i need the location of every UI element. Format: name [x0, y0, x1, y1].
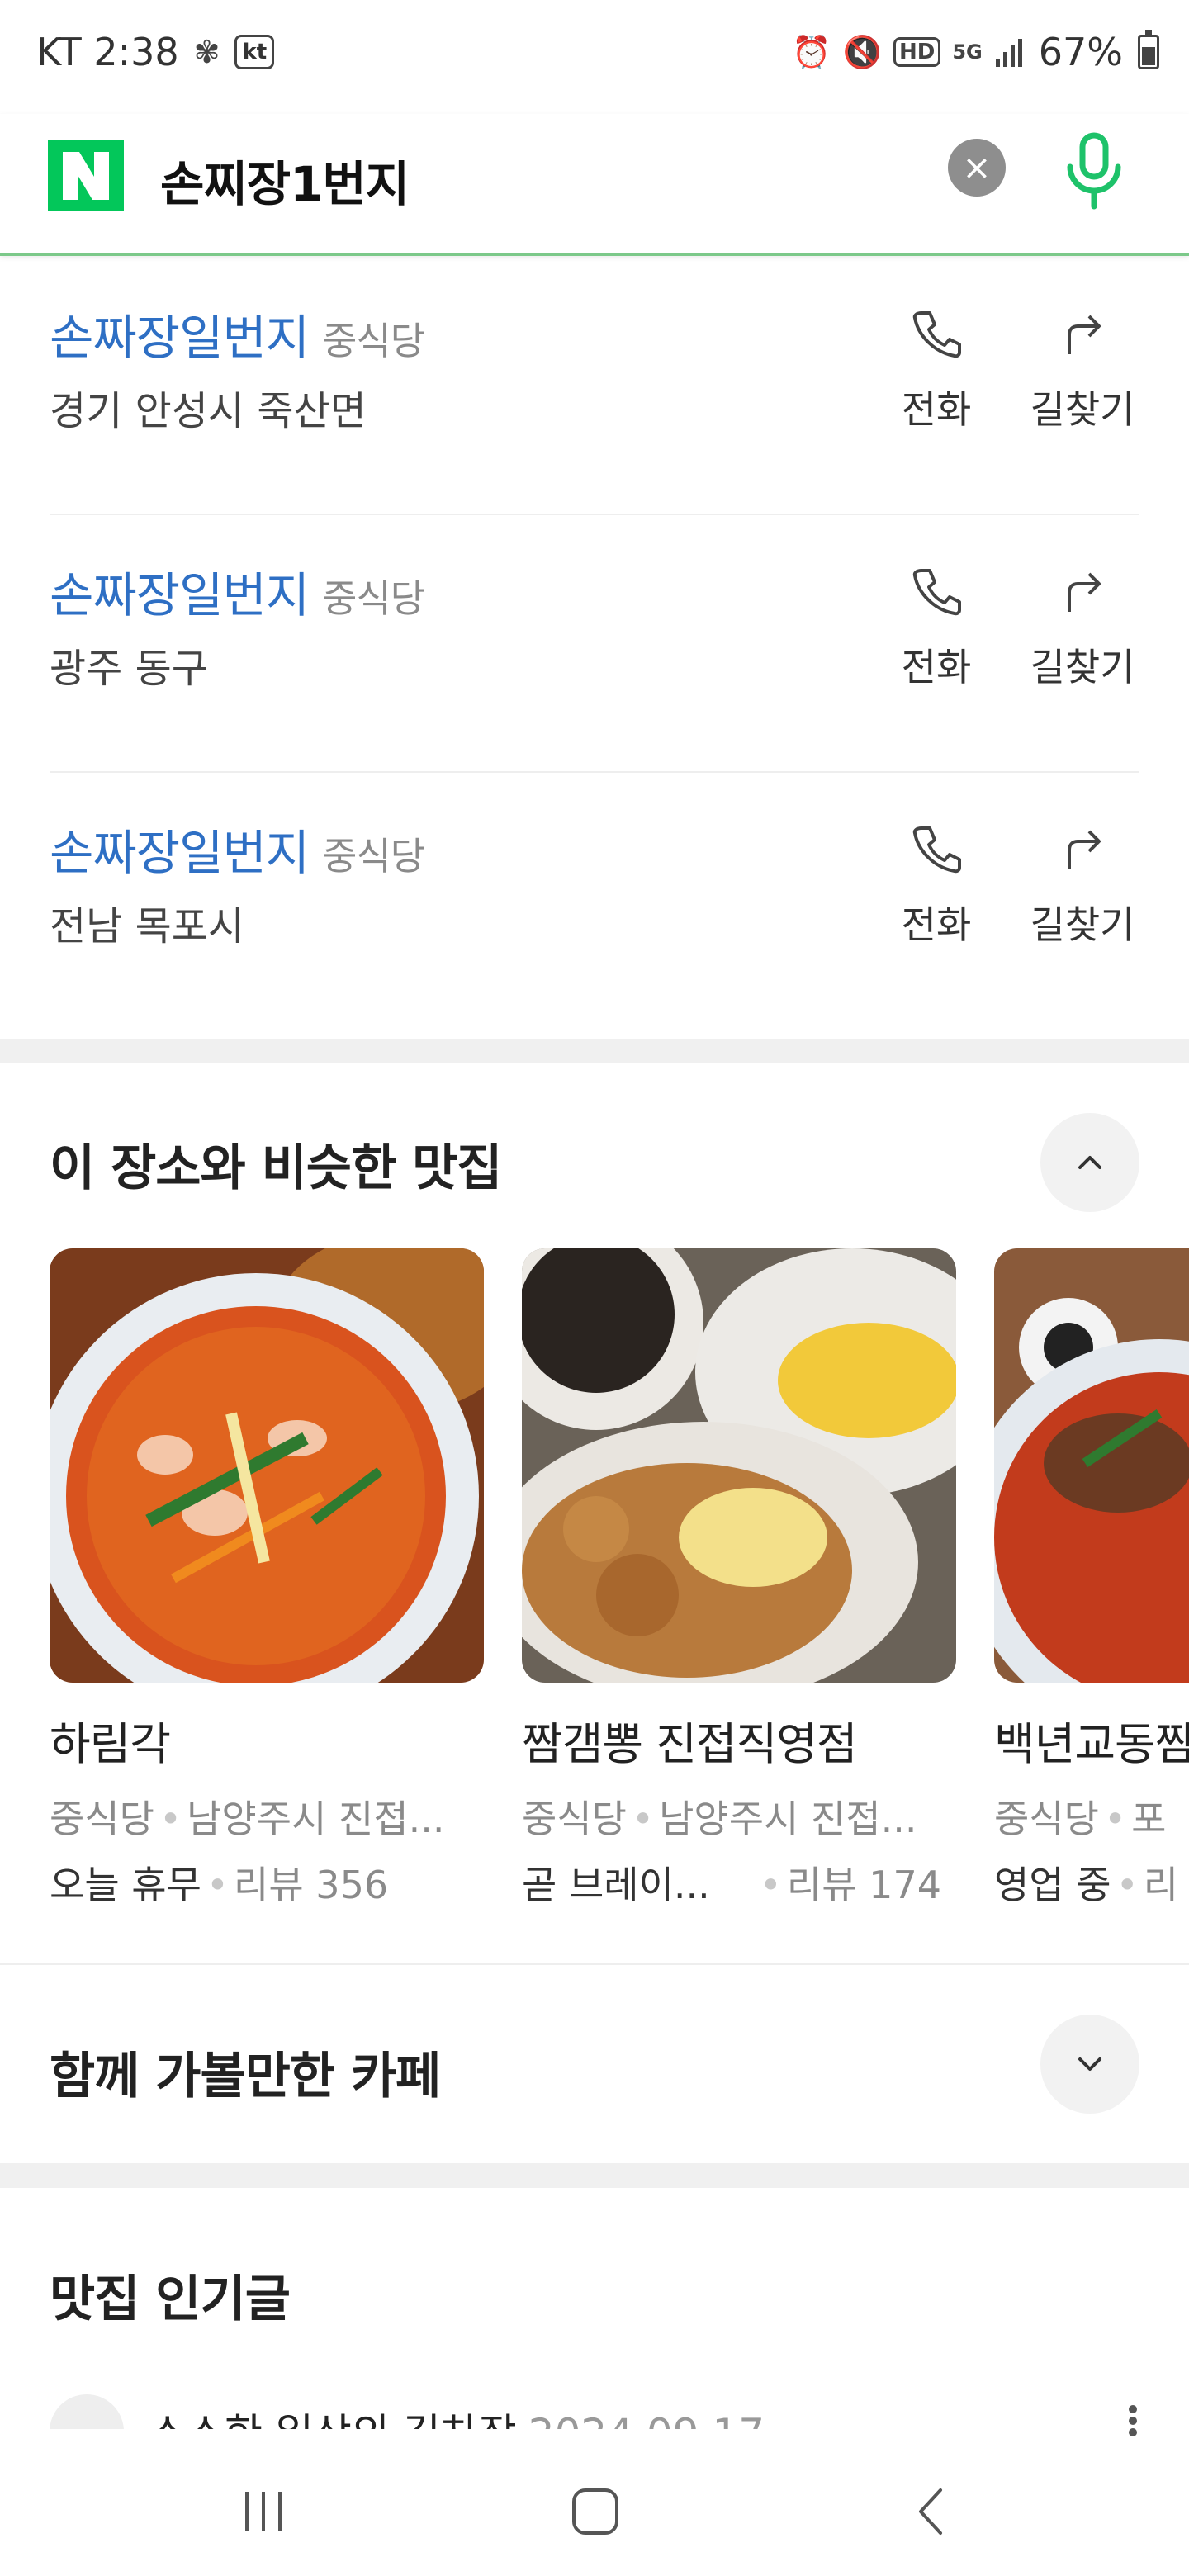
route-arrow-icon	[1068, 572, 1101, 612]
route-button[interactable]: 길찾기	[1021, 819, 1144, 949]
restaurant-status: 곧 브레이... • 리뷰 174	[522, 1863, 941, 1907]
naver-logo-icon[interactable]	[48, 140, 124, 211]
recent-apps-button[interactable]	[226, 2479, 301, 2545]
phone-icon	[912, 826, 961, 874]
place-address: 경기 안성시 죽산면	[50, 388, 367, 434]
phone-icon	[912, 569, 961, 616]
restaurant-name[interactable]: 백년교동짬	[994, 1707, 1189, 1773]
divider	[50, 771, 1139, 773]
call-button[interactable]: 전화	[893, 561, 979, 692]
mute-icon: 🔇	[842, 33, 882, 70]
carrier-time: KT 2:38	[36, 30, 179, 74]
route-button[interactable]: 길찾기	[1021, 304, 1144, 434]
place-name[interactable]: 손짜장일번지 중식당	[50, 299, 425, 368]
restaurant-meta: 중식당 • 남양주시 진접...	[522, 1797, 917, 1841]
search-input[interactable]: 손찌장1번지	[160, 145, 410, 215]
restaurant-card[interactable]: 짬갬뽕 진접직영점 중식당 • 남양주시 진접... 곧 브레이... • 리뷰 174	[522, 1248, 956, 1910]
route-label: 길찾기	[1030, 902, 1135, 947]
restaurant-meta: 중식당 • 포	[994, 1797, 1167, 1841]
system-nav-bar	[0, 2442, 1189, 2576]
place-name[interactable]: 손짜장일번지 중식당	[50, 556, 425, 626]
place-address: 광주 동구	[50, 646, 208, 692]
collapse-button[interactable]	[1040, 1113, 1139, 1212]
call-label: 전화	[901, 645, 972, 689]
section-separator	[0, 1039, 1189, 1063]
call-label: 전화	[901, 902, 972, 947]
list-item[interactable]: 손짜장일번지 중식당 전남 목포시 전화 길찾기	[0, 778, 1189, 1035]
route-label: 길찾기	[1030, 387, 1135, 432]
5g-icon: 5G	[952, 40, 983, 64]
phone-icon	[912, 311, 961, 358]
close-icon: ×	[962, 147, 992, 187]
search-header: 손찌장1번지 ×	[0, 114, 1189, 256]
back-button[interactable]	[893, 2479, 968, 2545]
restaurant-photo[interactable]	[994, 1248, 1189, 1683]
route-arrow-icon	[1068, 830, 1101, 869]
battery-icon	[1138, 30, 1159, 69]
restaurant-card[interactable]: 하림각 중식당 • 남양주시 진접... 오늘 휴무 • 리뷰 356	[50, 1248, 484, 1910]
hd-icon: HD	[893, 37, 941, 67]
route-button[interactable]: 길찾기	[1021, 561, 1144, 692]
battery-percent: 67%	[1038, 30, 1123, 74]
avatar	[50, 2394, 124, 2429]
place-name[interactable]: 손짜장일번지 중식당	[50, 814, 425, 883]
flower-icon: ✾	[193, 34, 220, 70]
restaurant-photo[interactable]	[50, 1248, 484, 1683]
restaurant-meta: 중식당 • 남양주시 진접...	[50, 1797, 445, 1841]
restaurant-photo[interactable]	[522, 1248, 956, 1683]
list-item[interactable]: 손짜장일번지 중식당 광주 동구 전화 길찾기	[0, 520, 1189, 778]
home-icon	[572, 2488, 618, 2535]
call-label: 전화	[901, 387, 972, 432]
home-button[interactable]	[558, 2479, 632, 2545]
chevron-down-icon	[1078, 2057, 1101, 2071]
chevron-up-icon	[1078, 1156, 1101, 1169]
clear-search-button[interactable]: ×	[948, 139, 1006, 197]
status-bar: KT 2:38 ✾ kt ⏰ 🔇 HD 5G 67%	[0, 0, 1189, 114]
post-item[interactable]: 소소한 일상의 김차장2024.09.17	[50, 2394, 1156, 2429]
similar-section-title: 이 장소와 비슷한 맛집	[50, 1139, 502, 1197]
route-arrow-icon	[1068, 315, 1101, 354]
cafe-section-title: 함께 가볼만한 카페	[50, 2048, 441, 2105]
call-button[interactable]: 전화	[893, 304, 979, 434]
recent-apps-icon	[245, 2492, 282, 2531]
restaurant-status: 오늘 휴무 • 리뷰 356	[50, 1863, 389, 1907]
mic-icon[interactable]	[1057, 129, 1131, 211]
restaurant-card[interactable]: 백년교동짬 중식당 • 포 영업 중 • 리	[994, 1248, 1189, 1910]
route-label: 길찾기	[1030, 645, 1135, 689]
post-date: 2024.09.17	[528, 2410, 765, 2429]
more-options-icon[interactable]	[1128, 2404, 1138, 2437]
place-address: 전남 목포시	[50, 903, 245, 949]
alarm-icon: ⏰	[792, 33, 831, 70]
section-separator	[0, 2163, 1189, 2188]
divider	[0, 1963, 1189, 1965]
restaurant-name[interactable]: 하림각	[50, 1707, 484, 1773]
expand-button[interactable]	[1040, 2015, 1139, 2114]
place-category: 중식당	[322, 576, 425, 621]
back-icon	[919, 2488, 942, 2535]
list-item[interactable]: 손짜장일번지 중식당 경기 안성시 죽산면 전화 길찾기	[0, 263, 1189, 520]
post-author[interactable]: 소소한 일상의 김차장2024.09.17	[149, 2401, 765, 2429]
popular-posts-title: 맛집 인기글	[50, 2271, 291, 2328]
place-category: 중식당	[322, 319, 425, 363]
signal-icon	[995, 39, 1022, 67]
restaurant-status: 영업 중 • 리	[994, 1863, 1179, 1907]
place-category: 중식당	[322, 834, 425, 878]
restaurant-name[interactable]: 짬갬뽕 진접직영점	[522, 1707, 956, 1773]
kt-icon: kt	[234, 35, 275, 69]
divider	[50, 514, 1139, 515]
call-button[interactable]: 전화	[893, 819, 979, 949]
